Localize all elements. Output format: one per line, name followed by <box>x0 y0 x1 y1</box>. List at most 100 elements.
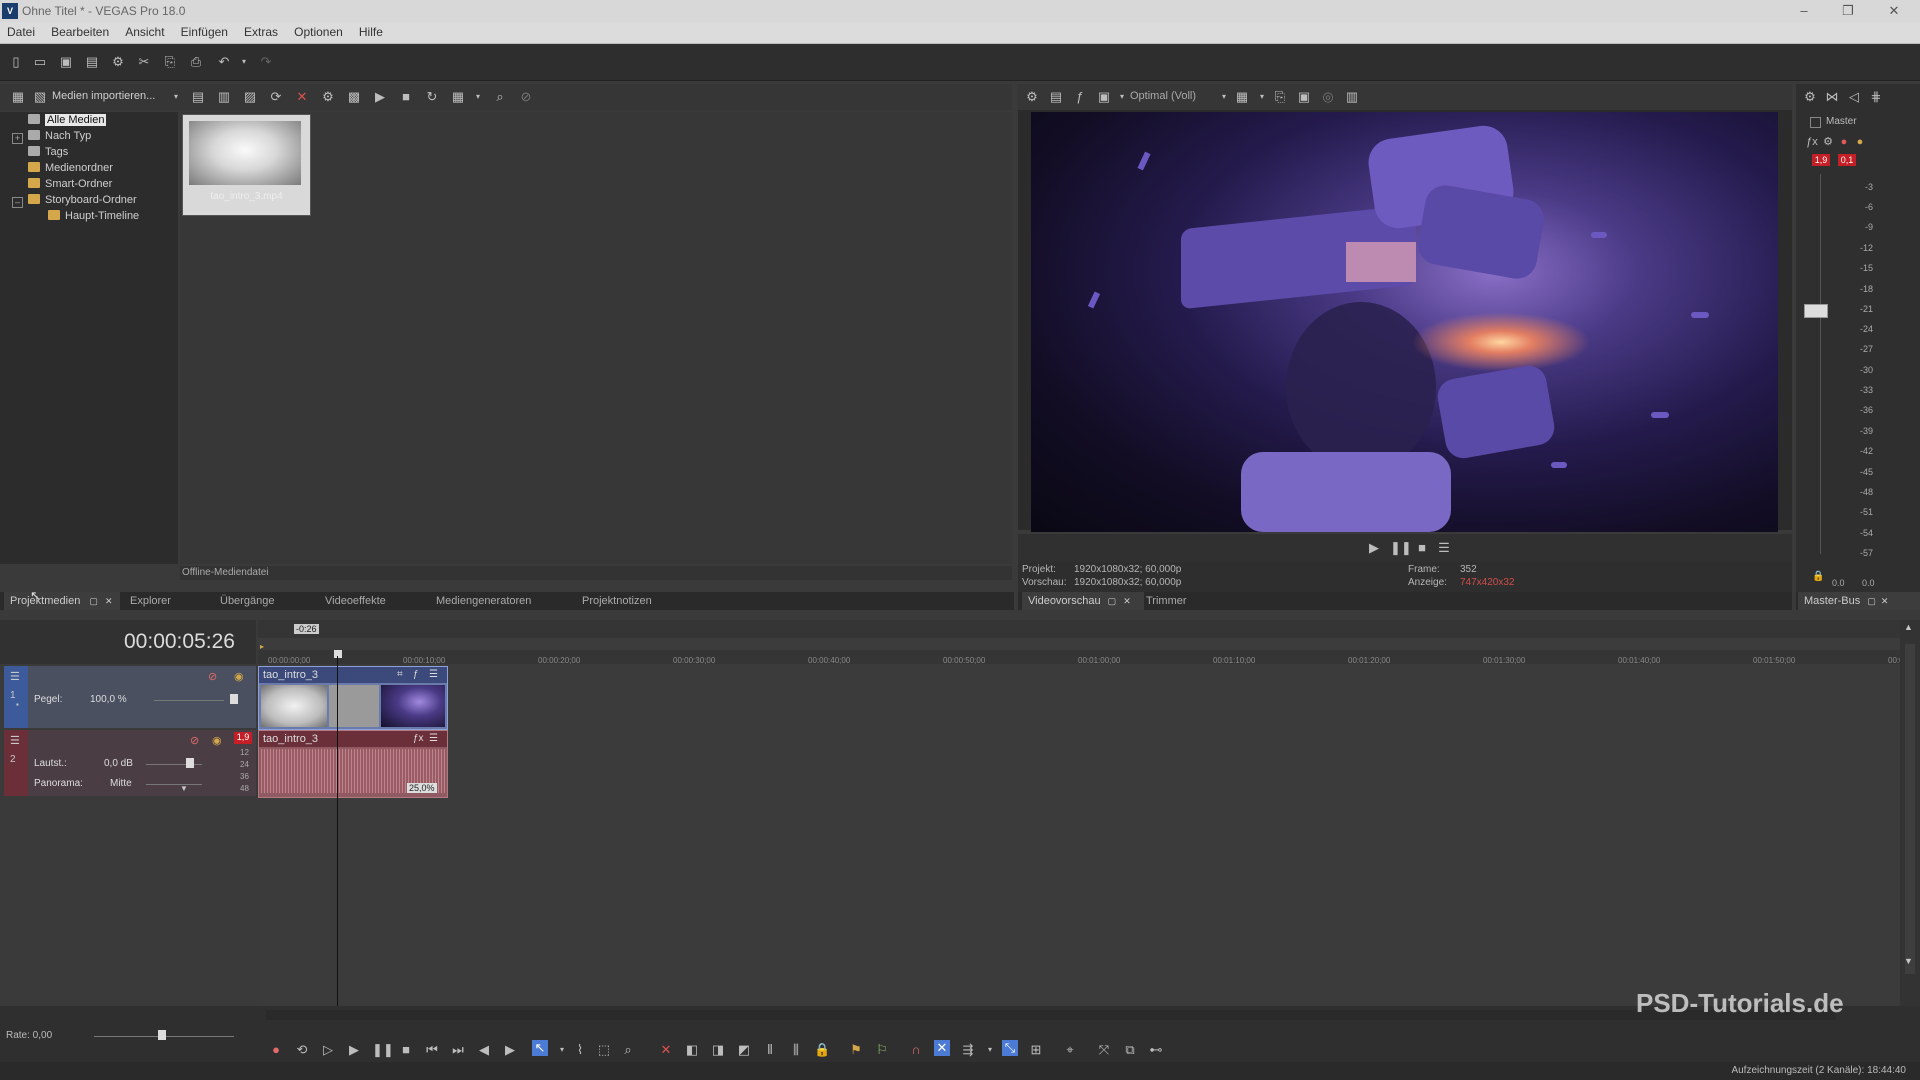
new-project-icon[interactable]: ▯ <box>8 54 24 70</box>
timeline-scrollbar-vertical[interactable]: ▲ ▼ <box>1900 620 1920 1010</box>
stop-icon[interactable]: ■ <box>1414 540 1430 556</box>
preview-properties-icon[interactable]: ⚙ <box>1024 89 1040 105</box>
go-to-start-icon[interactable]: ⏮ <box>424 1042 440 1058</box>
expand-track-icon[interactable]: ▪ <box>16 700 19 709</box>
clip-fx-icon[interactable]: ƒ <box>413 667 419 683</box>
tab-video-fx[interactable]: Videoeffekte <box>319 592 392 610</box>
display-icon[interactable]: ▥ <box>1344 89 1360 105</box>
edit-tool-dropdown-icon[interactable]: ▾ <box>554 1042 570 1058</box>
views-icon[interactable]: ▦ <box>450 89 466 105</box>
menu-datei[interactable]: Datei <box>0 22 41 39</box>
downmix-icon[interactable]: ⋈ <box>1824 89 1840 105</box>
auto-crossfade-icon[interactable]: ✕ <box>934 1040 950 1056</box>
views-dropdown-icon[interactable]: ▾ <box>470 89 486 105</box>
loop-start-icon[interactable]: ▸ <box>260 642 264 651</box>
remove-media-icon[interactable]: ✕ <box>294 89 310 105</box>
tree-item-tags[interactable]: Tags <box>28 146 68 161</box>
solo-track-icon[interactable]: ◉ <box>212 734 222 747</box>
media-fx-icon[interactable]: ▨ <box>242 89 258 105</box>
lock-icon[interactable]: 🔒 <box>1812 571 1824 582</box>
normal-edit-tool-icon[interactable]: ↖ <box>532 1040 548 1056</box>
timeline-ruler[interactable]: -0:26 ▸ 00:00:00;00 00:00:10;00 00:00:20;0… <box>258 620 1919 665</box>
collapse-icon[interactable]: – <box>12 197 23 208</box>
previous-frame-icon[interactable]: ◀ <box>476 1042 492 1058</box>
clip-menu-icon[interactable]: ☰ <box>429 731 438 747</box>
expand-icon[interactable]: + <box>12 133 23 144</box>
snapping-icon[interactable]: ∩ <box>908 1042 924 1058</box>
group-icon[interactable]: ⫼ <box>788 1042 804 1058</box>
tab-master-bus[interactable]: Master-Bus ▢ ✕ <box>1798 592 1920 610</box>
timeline-scrollbar-horizontal[interactable] <box>266 1010 1836 1020</box>
level-slider-handle[interactable] <box>230 694 238 704</box>
solo-track-icon[interactable]: ◉ <box>234 670 244 683</box>
cut-icon[interactable]: ✂ <box>136 54 152 70</box>
audio-clip[interactable]: tao_intro_3 ƒx ☰ 25,0% <box>258 730 448 798</box>
tab-media-generators[interactable]: Mediengeneratoren <box>430 592 537 610</box>
master-gear-icon[interactable]: ⚙ <box>1820 134 1836 150</box>
close-tab-icon[interactable]: ✕ <box>105 596 113 606</box>
play-from-start-icon[interactable]: ▷ <box>320 1042 336 1058</box>
undo-dropdown-icon[interactable]: ▾ <box>236 54 252 70</box>
stop-media-icon[interactable]: ■ <box>398 89 414 105</box>
menu-ansicht[interactable]: Ansicht <box>118 22 170 39</box>
tab-trimmer[interactable]: Trimmer <box>1140 592 1193 610</box>
media-properties-icon[interactable]: ⚙ <box>320 89 336 105</box>
scroll-down-icon[interactable]: ▼ <box>1904 956 1913 966</box>
compositing-icon[interactable]: ⧉ <box>1122 1042 1138 1058</box>
clip-menu-icon[interactable]: ☰ <box>429 667 438 683</box>
import-media-button[interactable]: Medien importieren... <box>52 90 155 102</box>
scroll-thumb[interactable] <box>1905 644 1915 974</box>
tree-item-all-media[interactable]: Alle Medien <box>28 114 107 129</box>
master-mute-icon[interactable]: ● <box>1836 134 1852 150</box>
copy-snapshot-icon[interactable]: ⎘ <box>1272 89 1288 105</box>
minimize-icon[interactable]: – <box>1784 2 1824 20</box>
import-media-icon[interactable]: ▧ <box>32 89 48 105</box>
master-checkbox[interactable] <box>1810 117 1821 128</box>
go-to-end-icon[interactable]: ⏭ <box>450 1042 466 1058</box>
tab-transitions[interactable]: Übergänge <box>214 592 280 610</box>
properties-gear-icon[interactable]: ⚙ <box>110 54 126 70</box>
video-clip[interactable]: tao_intro_3 ⌗ ƒ ☰ <box>258 666 448 730</box>
undock-icon[interactable]: ▢ <box>1867 596 1876 606</box>
pan-slider-handle[interactable]: ▼ <box>180 784 188 793</box>
menu-einfuegen[interactable]: Einfügen <box>174 22 234 39</box>
tab-project-media[interactable]: Projektmedien ▢ ✕ <box>4 592 120 610</box>
tree-item-main-timeline[interactable]: Haupt-Timeline <box>48 210 139 225</box>
get-media-icon[interactable]: ▥ <box>216 89 232 105</box>
scroll-up-icon[interactable]: ▲ <box>1904 622 1913 632</box>
auto-ripple-icon[interactable]: ⇶ <box>960 1042 976 1058</box>
delete-icon[interactable]: ✕ <box>658 1042 674 1058</box>
volume-slider-handle[interactable] <box>186 758 194 768</box>
selection-tool-icon[interactable]: ⬚ <box>596 1042 612 1058</box>
mixer-icon[interactable]: ⋕ <box>1868 89 1884 105</box>
save-snapshot-icon[interactable]: ▣ <box>1296 89 1312 105</box>
menu-optionen[interactable]: Optionen <box>287 22 349 39</box>
track-menu-icon[interactable]: ☰ <box>10 670 20 683</box>
clip-fx-icon[interactable]: ƒx <box>413 731 424 747</box>
loop-icon[interactable]: ⟲ <box>294 1042 310 1058</box>
tree-item-media-folder[interactable]: Medienordner <box>28 162 113 177</box>
audio-track-header[interactable]: ☰ 2 ⊘ ◉ 1,9 12 24 36 48 Lautst.: 0,0 dB … <box>4 730 256 796</box>
close-tab-icon[interactable]: ✕ <box>1123 596 1131 606</box>
tab-project-notes[interactable]: Projektnotizen <box>576 592 658 610</box>
rate-slider-handle[interactable] <box>158 1030 166 1040</box>
video-track-header[interactable]: ☰ 1 ▪ ⊘ ◉ Pegel: 100,0 % <box>4 666 256 728</box>
import-dropdown-icon[interactable]: ▾ <box>168 89 184 105</box>
zoom-tool-icon[interactable]: ⌕ <box>620 1042 636 1058</box>
track-motion-icon[interactable]: ⤧ <box>1096 1042 1112 1058</box>
capture-icon[interactable]: ▤ <box>190 89 206 105</box>
menu-icon[interactable]: ☰ <box>1436 540 1452 556</box>
master-fx-icon[interactable]: ƒx <box>1804 134 1820 150</box>
pause-icon[interactable]: ❚❚ <box>1390 540 1412 556</box>
clear-search-icon[interactable]: ⊘ <box>518 89 534 105</box>
playhead-handle[interactable] <box>334 650 342 658</box>
master-solo-icon[interactable]: ● <box>1852 134 1868 150</box>
video-fx-icon[interactable]: ƒ <box>1072 89 1088 105</box>
play-icon[interactable]: ▶ <box>1366 540 1382 556</box>
tree-item-by-type[interactable]: Nach Typ <box>28 130 91 145</box>
track-menu-icon[interactable]: ☰ <box>10 734 20 747</box>
trim-icon[interactable]: ◧ <box>684 1042 700 1058</box>
playhead-cursor[interactable] <box>337 656 338 1048</box>
event-pan-crop-icon[interactable]: ⌖ <box>1062 1042 1078 1058</box>
region-icon[interactable]: ⚐ <box>874 1042 890 1058</box>
